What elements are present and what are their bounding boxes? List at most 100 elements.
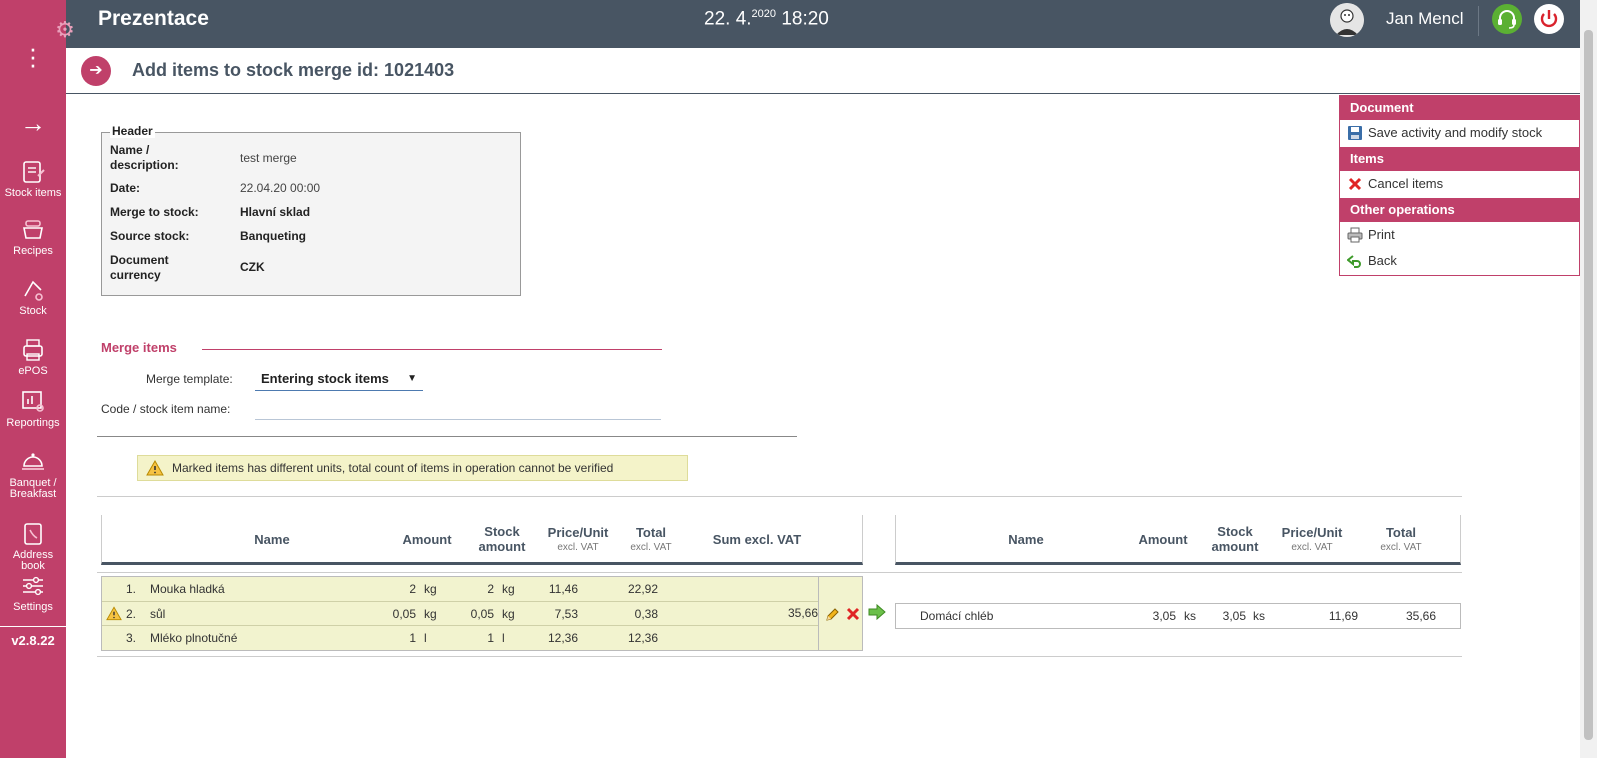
- row-unit: kg: [424, 607, 437, 621]
- divider: [97, 436, 797, 437]
- col-sum: Sum excl. VAT: [712, 532, 802, 547]
- merge-to-value: Hlavní sklad: [240, 205, 311, 219]
- delete-x-icon: [1348, 177, 1362, 191]
- user-name[interactable]: Jan Mencl: [1386, 9, 1463, 29]
- col-price-unit-sub: excl. VAT: [1291, 542, 1333, 553]
- address-book-icon: [24, 523, 42, 545]
- cancel-items-button[interactable]: Cancel items: [1340, 171, 1579, 197]
- back-button[interactable]: Back: [1340, 248, 1579, 274]
- row-unit: ks: [1184, 609, 1196, 623]
- sidebar-item-reportings[interactable]: Reportings: [0, 388, 66, 429]
- divider: [97, 496, 1462, 497]
- table-row: 1. Mouka hladká 2 kg 2 kg 11,46 22,92: [102, 577, 818, 602]
- table-row: Domácí chléb 3,05 ks 3,05 ks 11,69 35,66: [895, 603, 1461, 629]
- sidebar-item-banquet[interactable]: Banquet / Breakfast: [0, 448, 66, 500]
- col-stock-amount: Stock amount: [1200, 524, 1270, 554]
- sidebar-item-recipes[interactable]: Recipes: [0, 216, 66, 257]
- gear-icon[interactable]: ⚙: [52, 17, 78, 43]
- sidebar-item-stock[interactable]: Stock: [0, 276, 66, 317]
- row-stock-unit: ks: [1253, 609, 1265, 623]
- col-stock-amount-2: amount: [1211, 539, 1259, 554]
- col-stock-amount-1: Stock: [484, 524, 520, 539]
- currency-label-1: Document: [110, 253, 169, 267]
- row-stock-amount: 1: [487, 631, 494, 645]
- row-unit: l: [424, 631, 427, 645]
- panel-heading-items: Items: [1340, 147, 1579, 171]
- sidebar-item-stock-items[interactable]: Stock items: [0, 158, 66, 199]
- sidebar: · · · → Stock items Recipes Stock ePOS Rep…: [0, 0, 66, 758]
- merge-template-select[interactable]: Entering stock items ▼: [255, 369, 423, 391]
- col-name: Name: [254, 532, 290, 547]
- currency-label-2: currency: [110, 268, 161, 282]
- app-title: Prezentace: [98, 7, 209, 30]
- support-button[interactable]: [1492, 4, 1522, 34]
- printer-icon: [1347, 227, 1363, 243]
- scrollbar-thumb[interactable]: [1584, 30, 1593, 740]
- warning-banner: Marked items has different units, total …: [137, 455, 688, 481]
- col-total-sub: excl. VAT: [630, 542, 672, 553]
- expand-arrow-icon[interactable]: →: [18, 108, 48, 139]
- panel-heading-document: Document: [1340, 96, 1579, 120]
- col-amount: Amount: [402, 532, 452, 547]
- sidebar-item-settings[interactable]: Settings: [0, 572, 66, 613]
- back-arrow-button[interactable]: ➔: [81, 56, 111, 86]
- recipes-icon: [23, 220, 43, 239]
- col-total: Total excl. VAT: [1366, 525, 1436, 555]
- sidebar-item-label: Settings: [13, 601, 53, 613]
- year-text: 2020: [751, 8, 777, 20]
- sidebar-item-epos[interactable]: ePOS: [0, 336, 66, 377]
- sidebar-item-label: Stock items: [4, 187, 62, 199]
- divider: [97, 572, 1462, 573]
- row-price: 7,53: [554, 607, 578, 621]
- source-value: Banqueting: [240, 229, 306, 243]
- delete-x-icon[interactable]: [845, 606, 861, 622]
- row-stock-amount: 2: [487, 582, 494, 596]
- headset-icon: [1498, 10, 1516, 29]
- date-value: 22.04.20 00:00: [240, 181, 321, 195]
- left-table-header: Name Amount Stock amount Price/Unit excl. …: [101, 515, 863, 565]
- print-button[interactable]: Print: [1340, 222, 1579, 248]
- settings-icon: [23, 576, 43, 596]
- divider: [97, 656, 1462, 657]
- avatar[interactable]: [1330, 3, 1364, 37]
- datetime: 22. 4.2020 18:20: [704, 8, 829, 30]
- row-amount: 0,05: [392, 607, 416, 621]
- row-stock-amount: 3,05: [1222, 609, 1246, 623]
- avatar-icon: [1330, 3, 1364, 37]
- sum-excl-vat: 35,66: [787, 606, 818, 620]
- page-header: ➔ Add items to stock merge id: 1021403: [66, 48, 1580, 94]
- col-stock-amount-2: amount: [478, 539, 526, 554]
- col-price-unit-1: Price/Unit: [547, 525, 609, 540]
- row-price: 11,46: [548, 582, 578, 596]
- merge-to-label: Merge to stock:: [110, 205, 199, 219]
- col-amount: Amount: [1138, 532, 1188, 547]
- sidebar-item-label: Address book: [12, 549, 54, 572]
- row-total: 35,66: [1405, 609, 1436, 623]
- row-amount: 2: [409, 582, 416, 596]
- power-icon: [1540, 10, 1558, 28]
- col-name: Name: [1008, 532, 1044, 547]
- row-number: 3.: [126, 631, 137, 645]
- sidebar-item-label: Recipes: [13, 245, 53, 257]
- currency-label: Document currency: [110, 253, 230, 283]
- logout-button[interactable]: [1534, 4, 1564, 34]
- col-total-1: Total: [1385, 525, 1417, 540]
- row-number: 1.: [126, 582, 137, 596]
- save-activity-button[interactable]: Save activity and modify stock: [1340, 120, 1579, 146]
- warning-icon: [146, 460, 164, 476]
- row-amount: 3,05: [1152, 609, 1176, 623]
- row-price: 11,69: [1328, 609, 1358, 623]
- row-name: Domácí chléb: [920, 609, 994, 623]
- sidebar-item-address-book[interactable]: Address book: [0, 520, 66, 572]
- code-input[interactable]: [255, 400, 661, 420]
- col-total: Total excl. VAT: [616, 525, 686, 555]
- name-value: test merge: [240, 151, 297, 165]
- menu-dots-icon[interactable]: · · ·: [24, 35, 42, 77]
- pencil-icon[interactable]: [824, 607, 840, 623]
- epos-icon: [23, 339, 43, 361]
- scrollbar[interactable]: [1580, 0, 1597, 758]
- header-box: Name / description: test merge Date: 22.0…: [101, 132, 521, 296]
- row-name: sůl: [150, 607, 166, 621]
- topbar-divider: [1478, 6, 1479, 36]
- row-stock-unit: l: [502, 631, 505, 645]
